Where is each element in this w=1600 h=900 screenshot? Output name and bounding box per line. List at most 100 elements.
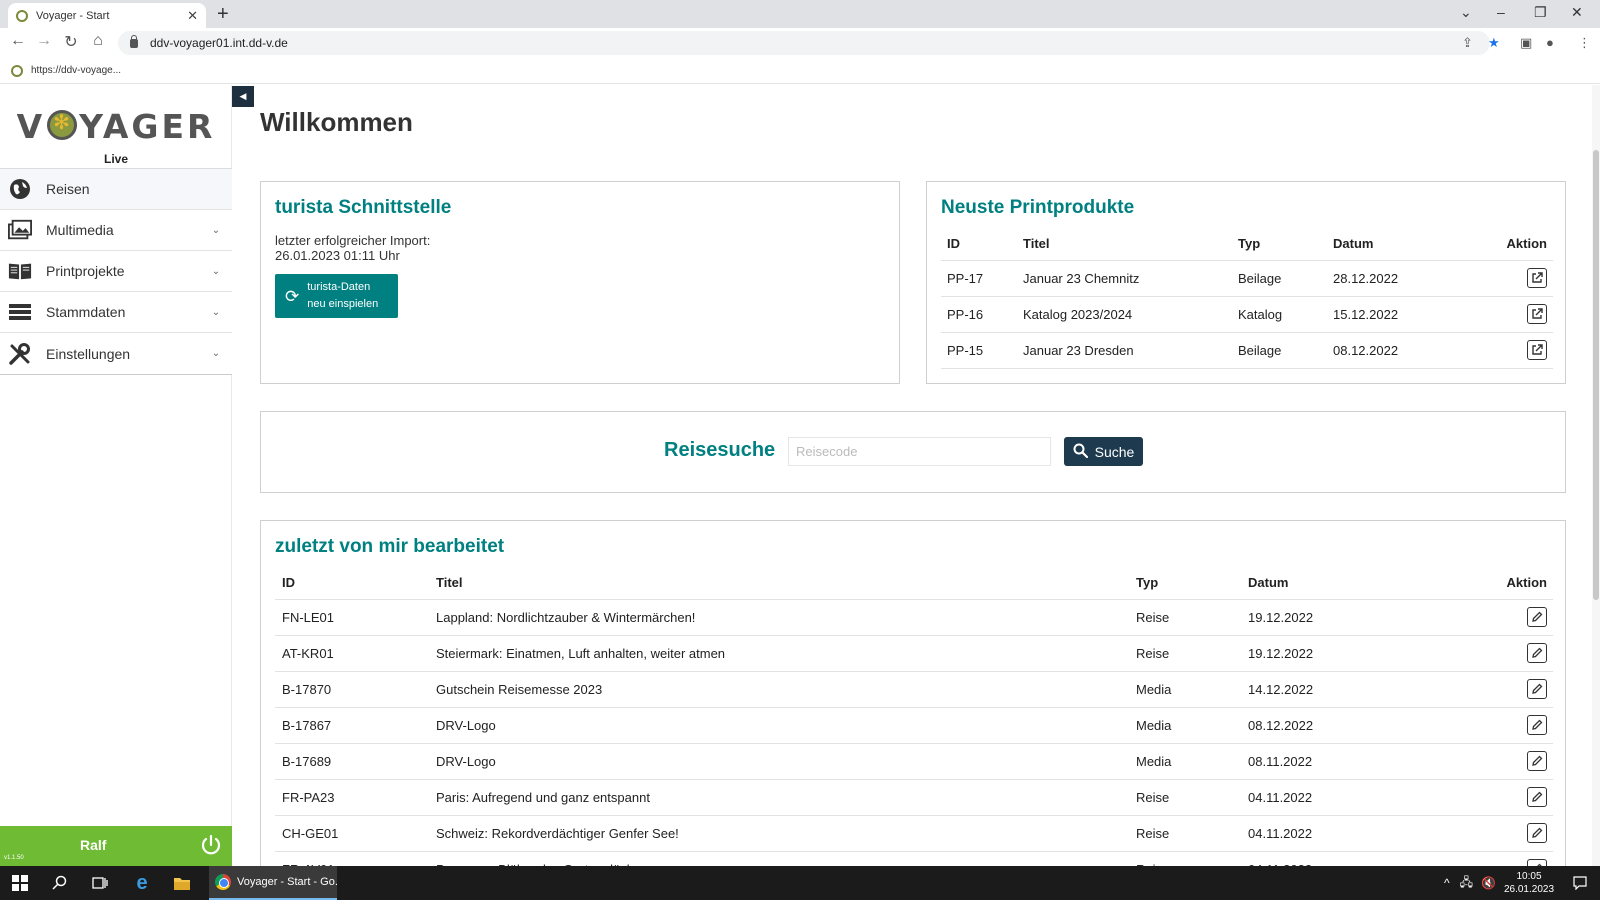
column-header-datum: Datum: [1333, 228, 1473, 261]
sidebar-menu: Reisen Multimedia ⌄ Printprojekte ⌄ Stam…: [0, 168, 232, 375]
voyager-logo[interactable]: V YAGER: [0, 107, 232, 146]
clock-date: 26.01.2023: [1503, 884, 1555, 895]
profile-icon[interactable]: ●: [1546, 35, 1554, 50]
edit-pencil-icon[interactable]: [1527, 643, 1547, 663]
cell-id: FR-PA23: [275, 779, 436, 816]
column-header-typ: Typ: [1136, 567, 1248, 600]
cell-datum: 28.12.2022: [1333, 260, 1473, 297]
table-header-row: ID Titel Typ Datum Aktion: [941, 228, 1553, 261]
cell-aktion: [1448, 815, 1553, 852]
turista-panel: turista Schnittstelle letzter erfolgreic…: [260, 181, 900, 384]
cell-typ: Beilage: [1238, 332, 1333, 369]
edit-pencil-icon[interactable]: [1527, 823, 1547, 843]
close-tab-icon[interactable]: ✕: [187, 8, 198, 24]
lock-icon: [130, 34, 138, 48]
search-button[interactable]: Suche: [1064, 437, 1143, 466]
browser-toolbar: ← → ↻ ⌂ ddv-voyager01.int.dd-v.de ⇪ ★ ▣ …: [0, 28, 1600, 58]
restore-icon[interactable]: ❐: [1534, 4, 1547, 21]
cell-aktion: [1448, 707, 1553, 744]
minimize-icon[interactable]: –: [1497, 4, 1505, 20]
cell-typ: Reise: [1136, 851, 1248, 866]
sidebar: V YAGER Live Reisen Multimedia ⌄ Printpro…: [0, 85, 232, 866]
edit-pencil-icon[interactable]: [1527, 679, 1547, 699]
cell-aktion: [1448, 779, 1553, 816]
list-icon: [8, 301, 32, 323]
edit-pencil-icon[interactable]: [1527, 607, 1547, 627]
sidebar-item-multimedia[interactable]: Multimedia ⌄: [0, 210, 232, 251]
bookmark-star-icon[interactable]: ★: [1488, 35, 1500, 51]
travel-search-panel: Reisesuche Suche: [260, 411, 1566, 493]
user-name[interactable]: Ralf: [80, 837, 106, 853]
tab-search-icon[interactable]: ⌄: [1460, 4, 1472, 21]
cell-id: B-17870: [275, 671, 436, 708]
taskbar-clock[interactable]: 10:05 26.01.2023: [1500, 870, 1558, 896]
cell-aktion: [1473, 296, 1553, 333]
windows-start-icon[interactable]: [0, 866, 40, 900]
status-url: https://ddv-voyage...: [31, 65, 122, 76]
recently-edited-panel: zuletzt von mir bearbeitet ID Titel Typ …: [260, 520, 1566, 866]
table-row: CH-GE01 Schweiz: Rekordverdächtiger Genf…: [275, 815, 1553, 852]
home-icon[interactable]: ⌂: [88, 32, 108, 50]
button-line-2: neu einspielen: [307, 298, 379, 310]
cell-typ: Katalog: [1238, 296, 1333, 333]
edit-pencil-icon[interactable]: [1527, 715, 1547, 735]
new-tab-icon[interactable]: +: [217, 3, 229, 25]
user-bar: Ralf v1.1.50: [0, 826, 232, 866]
table-header-row: ID Titel Typ Datum Aktion: [275, 567, 1553, 600]
notifications-icon[interactable]: [1563, 866, 1597, 900]
clock-time: 10:05: [1516, 871, 1542, 882]
table-row: B-17867 DRV-Logo Media 08.12.2022: [275, 707, 1553, 744]
travel-code-input[interactable]: [788, 437, 1051, 466]
cell-datum: 08.11.2022: [1248, 743, 1448, 780]
sidebar-item-label: Reisen: [46, 181, 90, 197]
reload-icon[interactable]: ↻: [61, 32, 81, 52]
address-bar[interactable]: ddv-voyager01.int.dd-v.de: [118, 31, 1490, 55]
cell-aktion: [1473, 332, 1553, 369]
chevron-down-icon: ⌄: [211, 348, 221, 359]
search-button-label: Suche: [1094, 443, 1135, 460]
taskbar-search-icon[interactable]: [40, 866, 80, 900]
sidebar-item-einstellungen[interactable]: Einstellungen ⌄: [0, 333, 232, 374]
open-external-icon[interactable]: [1527, 340, 1547, 360]
cell-titel: Gutschein Reisemesse 2023: [436, 671, 1136, 708]
table-row: B-17870 Gutschein Reisemesse 2023 Media …: [275, 671, 1553, 708]
logo-letters-start: V: [16, 107, 46, 146]
forward-icon[interactable]: →: [34, 32, 54, 50]
open-external-icon[interactable]: [1527, 304, 1547, 324]
tray-chevron-up-icon[interactable]: ^: [1444, 876, 1450, 890]
power-icon[interactable]: [200, 834, 222, 859]
sidebar-item-printprojekte[interactable]: Printprojekte ⌄: [0, 251, 232, 292]
cell-titel: Lappland: Nordlichtzauber & Wintermärche…: [436, 599, 1136, 636]
scrollbar-thumb[interactable]: [1593, 150, 1599, 600]
turista-reimport-button[interactable]: ⟳ turista-Daten neu einspielen: [275, 274, 398, 318]
taskbar-chrome-window[interactable]: Voyager - Start - Go...: [209, 866, 337, 900]
sidebar-item-stammdaten[interactable]: Stammdaten ⌄: [0, 292, 232, 333]
globe-icon: [8, 178, 32, 200]
edit-pencil-icon[interactable]: [1527, 859, 1547, 866]
edit-pencil-icon[interactable]: [1527, 751, 1547, 771]
table-row: PP-15 Januar 23 Dresden Beilage 08.12.20…: [941, 332, 1553, 369]
back-icon[interactable]: ←: [8, 32, 28, 50]
cell-titel: Katalog 2023/2024: [1023, 296, 1238, 333]
file-explorer-icon[interactable]: [162, 866, 202, 900]
cell-typ: Media: [1136, 743, 1248, 780]
edge-browser-icon[interactable]: e: [122, 866, 162, 900]
volume-muted-icon[interactable]: 🔇: [1481, 876, 1496, 890]
browser-tab[interactable]: Voyager - Start ✕: [8, 3, 206, 28]
open-external-icon[interactable]: [1527, 268, 1547, 288]
side-panel-icon[interactable]: ▣: [1520, 35, 1532, 51]
edit-pencil-icon[interactable]: [1527, 787, 1547, 807]
task-view-icon[interactable]: [80, 866, 120, 900]
network-icon[interactable]: 🖧: [1460, 873, 1473, 894]
chevron-down-icon: ⌄: [211, 306, 221, 318]
sidebar-item-reisen[interactable]: Reisen: [0, 169, 232, 210]
chrome-icon: [215, 874, 231, 890]
share-icon[interactable]: ⇪: [1462, 35, 1473, 51]
import-label: letzter erfolgreicher Import:: [275, 233, 431, 248]
cell-datum: 15.12.2022: [1333, 296, 1473, 333]
cell-titel: Januar 23 Chemnitz: [1023, 260, 1238, 297]
window-close-icon[interactable]: ✕: [1571, 4, 1583, 21]
browser-menu-icon[interactable]: ⋮: [1578, 35, 1591, 51]
tab-title: Voyager - Start: [36, 9, 110, 22]
page-scrollbar[interactable]: [1592, 85, 1600, 866]
